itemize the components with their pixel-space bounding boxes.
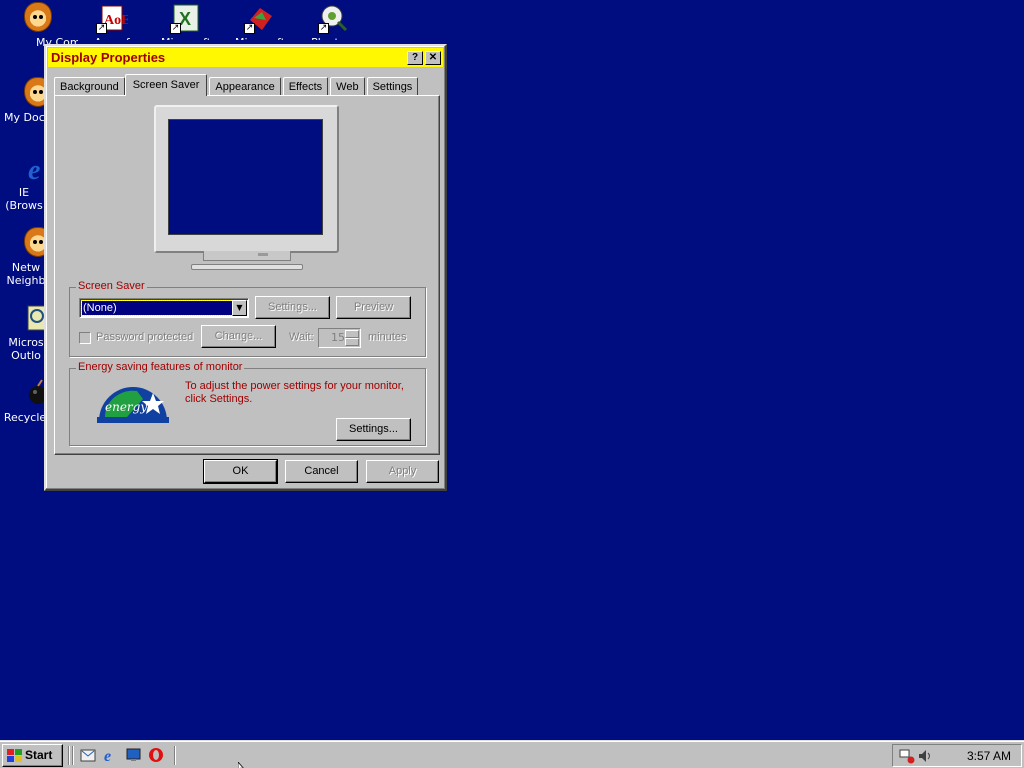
desktop-icon-my-computer[interactable]: My Comp [0,2,78,49]
chevron-down-icon[interactable]: ▼ [232,300,247,316]
screen-saver-settings-button[interactable]: Settings... [255,296,330,319]
spin-up-icon[interactable] [345,330,359,338]
energy-description: To adjust the power settings for your mo… [185,380,404,405]
shortcut-arrow-icon: ↗ [170,23,181,34]
taskbar-clock[interactable]: 3:57 AM [967,749,1011,763]
desktop-icon-age-of-empires[interactable]: AoE ↗ Age of [74,2,150,40]
energy-logo-text: energy [105,400,147,414]
desktop-icon-label: Plantsvs [296,36,372,40]
desktop-icon-label: Microsoft [222,36,298,40]
shortcut-arrow-icon: ↗ [96,23,107,34]
minutes-label: minutes [368,331,407,343]
outlook-express-icon[interactable] [80,747,96,763]
window-titlebar[interactable]: Display Properties ? ✕ [48,48,443,67]
monitor-stand-base [191,264,303,270]
energy-star-logo: energy [97,387,169,423]
desktop-icon-microsoft[interactable]: ↗ Microsoft [222,2,298,40]
ie-icon[interactable]: e [103,747,119,763]
ok-button[interactable]: OK [203,459,278,484]
monitor-power-led [258,253,268,256]
taskbar-separator [68,746,70,765]
desktop-icon-label: IE (Brows [5,186,43,212]
taskbar-separator [174,746,176,765]
window-title: Display Properties [51,50,166,65]
start-label: Start [25,748,53,762]
desktop-icon-label: Recycle [3,411,47,424]
screen-saver-select[interactable]: (None) ▼ [79,298,249,318]
spin-down-icon[interactable] [345,338,359,346]
desktop-icon-label: Micros Outlo [8,336,44,362]
network-tray-icon[interactable] [899,748,915,764]
shortcut-arrow-icon: ↗ [318,23,329,34]
taskbar-separator [72,746,74,765]
preview-screen [168,119,323,235]
energy-settings-button[interactable]: Settings... [336,418,411,441]
password-protected-label: Password protected [96,331,194,343]
tab-background[interactable]: Background [54,77,125,96]
svg-text:e: e [28,155,40,184]
wait-label: Wait: [289,331,314,343]
desktop-icon-label: Netw Neighb [6,261,46,287]
taskbar: Start e 3:57 AM [0,740,1024,768]
system-tray: 3:57 AM [892,744,1022,767]
tab-screen-saver[interactable]: Screen Saver [124,74,208,96]
windows-logo-icon [7,749,22,762]
wait-minutes-value: 15 [331,331,345,344]
start-button[interactable]: Start [2,744,63,767]
volume-tray-icon[interactable] [917,748,933,764]
monitor-stand-neck [203,251,291,261]
change-password-button[interactable]: Change... [201,325,276,348]
age-of-empires-icon: AoE ↗ [96,2,130,34]
opera-icon[interactable] [148,747,164,763]
desktop-icon-excel[interactable]: X ↗ Microsoft [148,2,224,40]
display-properties-window: Display Properties ? ✕ Background Screen… [44,44,447,491]
excel-icon: X ↗ [170,2,202,34]
tab-strip: Background Screen Saver Appearance Effec… [54,74,420,96]
password-protected-checkbox[interactable] [79,332,91,344]
desktop-icon-plants[interactable]: ↗ Plantsvs [296,2,372,40]
tab-appearance[interactable]: Appearance [209,77,281,96]
desktop-icon-label: My Docum [4,111,46,124]
help-button[interactable]: ? [407,50,423,65]
monitor-preview [154,105,339,253]
close-button[interactable]: ✕ [425,50,441,65]
mouse-cursor-icon [238,762,244,768]
my-computer-icon [22,2,54,34]
screen-saver-group-label: Screen Saver [76,280,147,292]
apply-button[interactable]: Apply [366,460,439,483]
microsoft-app-icon: ↗ [244,2,276,34]
desktop-icon-label: Age of [74,36,150,40]
tab-web[interactable]: Web [330,77,365,96]
wait-minutes-spinner[interactable]: 15 [318,328,361,348]
preview-button[interactable]: Preview [336,296,411,319]
desktop-icon-label: Microsoft [148,36,224,40]
spinner-buttons[interactable] [345,330,359,346]
svg-text:AoE: AoE [104,13,128,28]
show-desktop-icon[interactable] [126,747,142,763]
shortcut-arrow-icon: ↗ [244,23,255,34]
energy-group-label: Energy saving features of monitor [76,361,245,373]
cancel-button[interactable]: Cancel [285,460,358,483]
tab-settings[interactable]: Settings [366,77,419,96]
svg-text:e: e [104,748,111,763]
tab-effects[interactable]: Effects [282,77,329,96]
screen-saver-selected-value: (None) [81,300,233,316]
plants-icon: ↗ [318,2,350,34]
